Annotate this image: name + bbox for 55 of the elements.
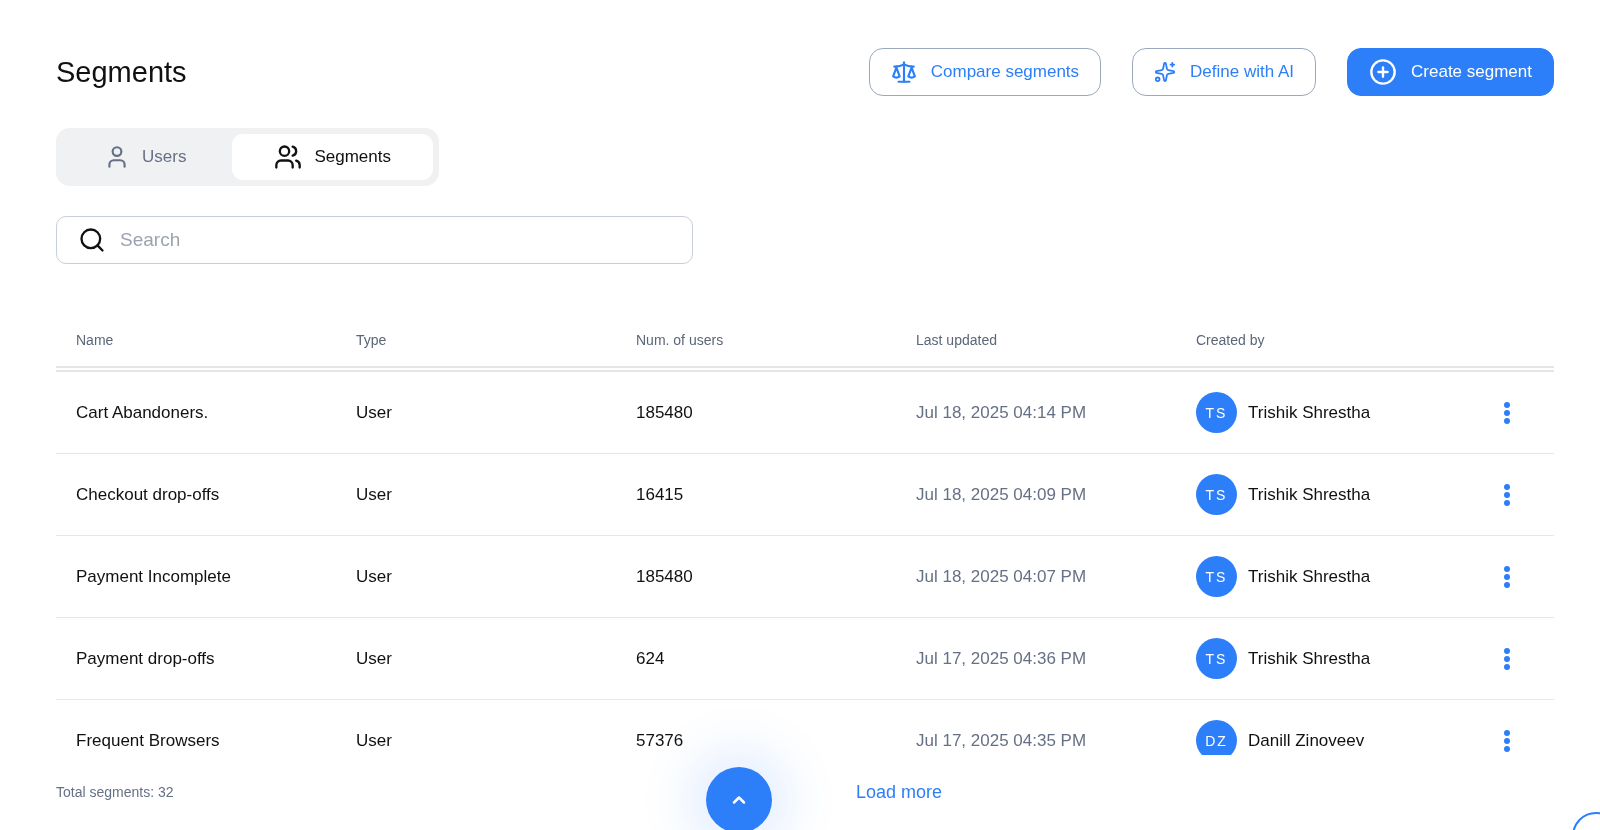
total-count: Total segments: 32 (56, 784, 175, 800)
creator-name: Trishik Shrestha (1248, 484, 1371, 505)
avatar: TS (1196, 392, 1237, 433)
table-cell-text: Jul 18, 2025 04:07 PM (916, 566, 1088, 587)
compare-button[interactable]: Compare segments (868, 48, 1102, 96)
table-cell-text: Cart Abandoners. (76, 402, 210, 423)
more-vertical-icon (1504, 647, 1510, 670)
table-cell-text: Payment Incomplete (76, 566, 232, 587)
table-cell-text: Checkout drop-offs (76, 484, 221, 505)
table-cell-text: Jul 18, 2025 04:09 PM (916, 484, 1088, 505)
table-cell-text: User (356, 484, 393, 505)
table-cell-text: 185480 (636, 566, 694, 587)
table-cell-text: Payment drop-offs (76, 648, 216, 669)
create-button[interactable]: Create segment (1347, 48, 1554, 96)
table-cell-text: User (356, 648, 393, 669)
avatar: DZ (1196, 720, 1237, 755)
creator-name: Trishik Shrestha (1248, 402, 1371, 423)
page-title: Segments (56, 55, 187, 89)
avatar: TS (1196, 474, 1237, 515)
scroll-up-button[interactable] (706, 767, 772, 830)
avatar: TS (1196, 638, 1237, 679)
load-more-link[interactable]: Load more (856, 781, 943, 803)
table-cell-text: 624 (636, 648, 666, 669)
more-vertical-icon (1504, 565, 1510, 588)
column-header: Last updated (916, 332, 998, 348)
table-cell-text: User (356, 566, 393, 587)
search-field[interactable]: Search (56, 216, 693, 264)
plus-circle-icon (1369, 58, 1398, 86)
table-cell-text: User (356, 730, 393, 751)
more-vertical-icon (1504, 729, 1510, 752)
more-vertical-icon (1504, 483, 1510, 506)
table-cell-text: 57376 (636, 730, 685, 751)
more-vertical-icon (1504, 401, 1510, 424)
search-icon (78, 226, 106, 254)
creator-name: Danill Zinoveev (1248, 730, 1365, 751)
table-cell-text: Jul 18, 2025 04:14 PM (916, 402, 1088, 423)
table-cell-text: Jul 17, 2025 04:36 PM (916, 648, 1088, 669)
column-header: Num. of users (636, 332, 725, 348)
table-cell-text: 185480 (636, 402, 694, 423)
table-cell-text: 16415 (636, 484, 685, 505)
users-icon (274, 143, 303, 171)
table-cell-text: User (356, 402, 393, 423)
avatar: TS (1196, 556, 1237, 597)
column-header: Name (76, 332, 115, 348)
table-cell-text: Jul 17, 2025 04:35 PM (916, 730, 1088, 751)
creator-name: Trishik Shrestha (1248, 648, 1371, 669)
creator-name: Trishik Shrestha (1248, 566, 1371, 587)
tab[interactable]: Users (62, 134, 229, 180)
tab[interactable]: Segments (232, 134, 433, 180)
column-header: Type (356, 332, 388, 348)
sparkle-icon (1154, 61, 1177, 83)
column-header: Created by (1196, 332, 1266, 348)
scale-icon (890, 59, 917, 85)
ai-button[interactable]: Define with AI (1132, 48, 1317, 96)
table-cell-text: Frequent Browsers (76, 730, 221, 751)
